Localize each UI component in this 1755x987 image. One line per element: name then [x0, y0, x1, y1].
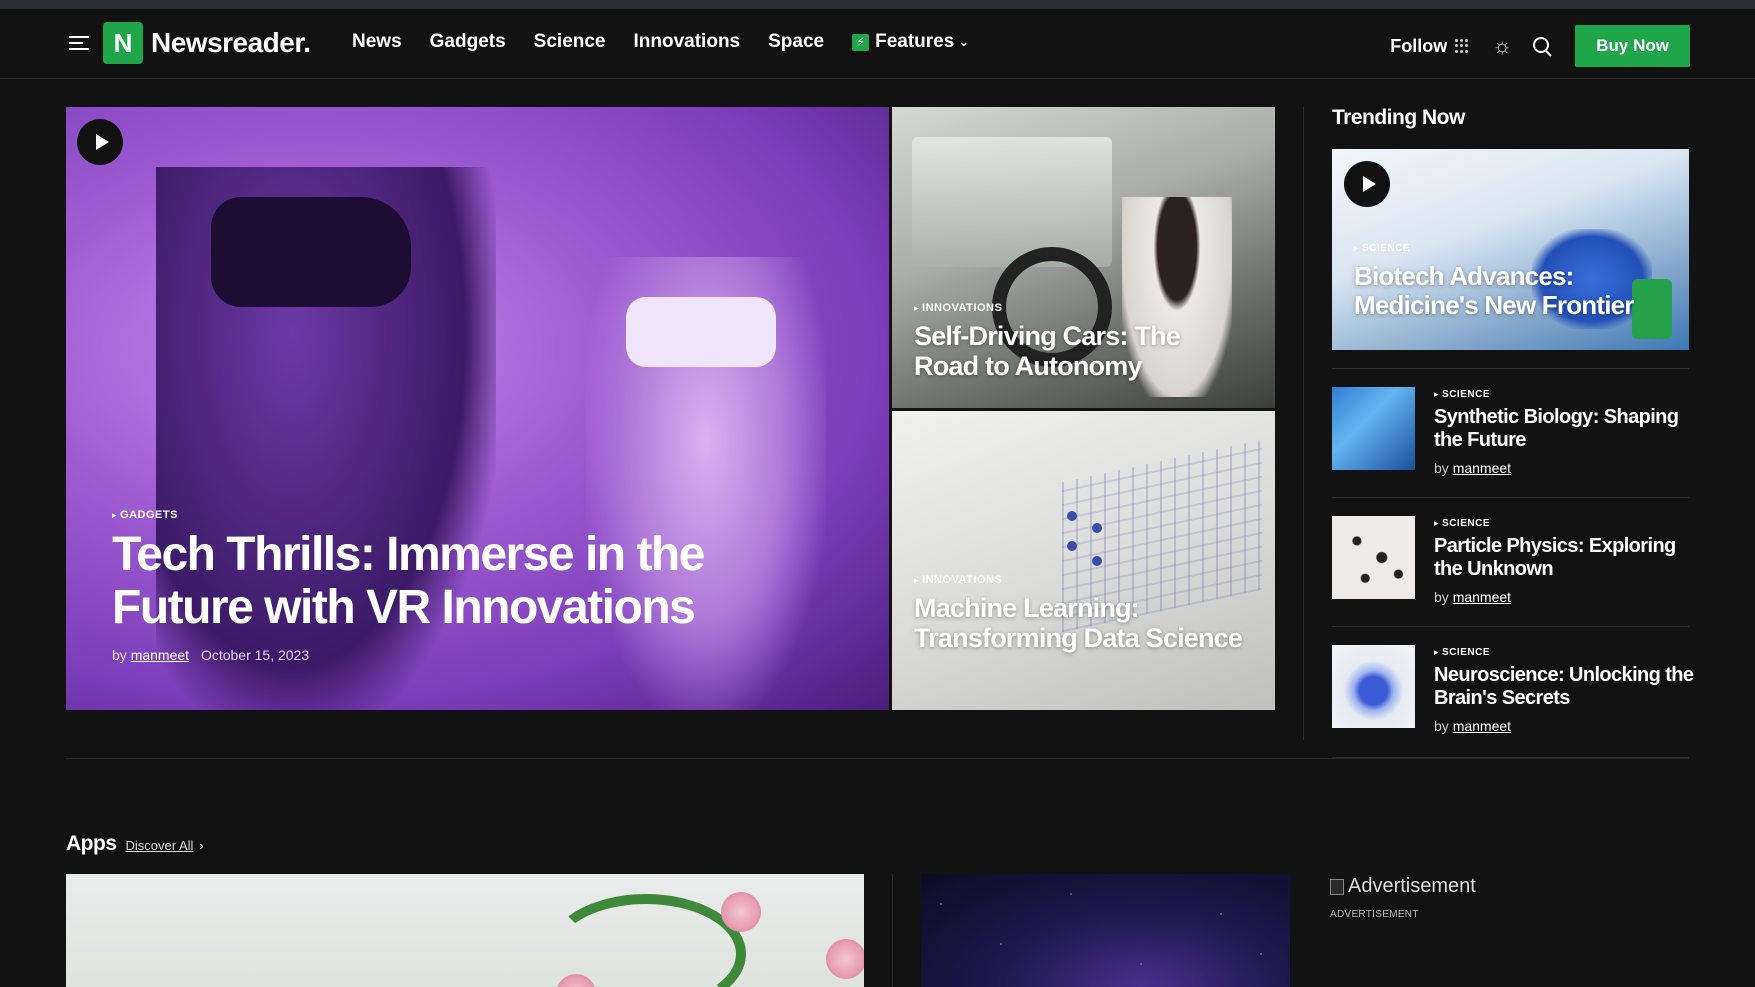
trending-item[interactable]: SCIENCE Synthetic Biology: Shaping the F…: [1332, 368, 1689, 498]
side-article-card-1[interactable]: INNOVATIONS Self-Driving Cars: The Road …: [892, 107, 1275, 408]
trending-thumbnail: [1332, 516, 1415, 599]
starfield-image: [921, 874, 1290, 987]
trending-item[interactable]: SCIENCE Particle Physics: Exploring the …: [1332, 497, 1689, 627]
hero-text: GADGETS Tech Thrills: Immerse in the Fut…: [112, 509, 812, 663]
node-dot: [1092, 523, 1102, 533]
browser-top-strip: [0, 0, 1755, 9]
trending-item-info: SCIENCE Neuroscience: Unlocking the Brai…: [1434, 647, 1694, 734]
hero-meta: by manmeet October 15, 2023: [112, 647, 812, 663]
trending-item-title[interactable]: Neuroscience: Unlocking the Brain's Secr…: [1434, 664, 1694, 710]
buy-now-button[interactable]: Buy Now: [1575, 25, 1690, 67]
apps-article-card-1[interactable]: [66, 874, 864, 987]
chevron-right-icon[interactable]: ›: [199, 838, 203, 853]
broken-image-icon: [1330, 878, 1344, 895]
flower-image: [826, 939, 864, 979]
trending-heading: Trending Now: [1332, 106, 1465, 129]
nav-space[interactable]: Space: [768, 31, 824, 53]
side-card-2-title[interactable]: Machine Learning: Transforming Data Scie…: [914, 593, 1244, 653]
logo-text: Newsreader.: [151, 27, 311, 58]
trending-item-category[interactable]: SCIENCE: [1434, 389, 1694, 400]
hero-image-vr-headset-2: [626, 297, 776, 367]
advertisement-label: ADVERTISEMENT: [1330, 909, 1419, 920]
lightning-icon: ⚡: [852, 33, 870, 51]
side-article-card-2[interactable]: INNOVATIONS Machine Learning: Transformi…: [892, 411, 1275, 710]
trending-thumbnail: [1332, 387, 1415, 470]
trending-item-by: by: [1434, 718, 1449, 734]
advertisement-image[interactable]: Advertisement: [1330, 875, 1476, 898]
hero-image-vr-headset: [211, 197, 411, 307]
flower-image: [721, 892, 761, 932]
hero-date: October 15, 2023: [200, 646, 310, 663]
advertisement-alt: Advertisement: [1348, 875, 1476, 897]
trending-main-card[interactable]: SCIENCE Biotech Advances: Medicine's New…: [1332, 149, 1689, 350]
follow-label: Follow: [1390, 35, 1448, 56]
chevron-down-icon: ⌄: [958, 34, 970, 49]
nav-features-label: Features: [875, 31, 955, 52]
site-header: N Newsreader. News Gadgets Science Innov…: [0, 9, 1755, 79]
section-divider: [66, 758, 1689, 759]
trending-item-meta: by manmeet: [1434, 460, 1694, 476]
hero-article-card[interactable]: GADGETS Tech Thrills: Immerse in the Fut…: [66, 107, 889, 710]
logo-mark-icon: N: [103, 22, 143, 64]
node-dot: [1067, 541, 1077, 551]
discover-all-link[interactable]: Discover All: [126, 838, 194, 853]
trending-main-title[interactable]: Biotech Advances: Medicine's New Frontie…: [1354, 262, 1674, 319]
trending-item-info: SCIENCE Particle Physics: Exploring the …: [1434, 518, 1694, 605]
trending-main-text: SCIENCE Biotech Advances: Medicine's New…: [1354, 243, 1674, 319]
trending-item-by: by: [1434, 589, 1449, 605]
nav-innovations[interactable]: Innovations: [634, 31, 741, 53]
trending-item-title[interactable]: Synthetic Biology: Shaping the Future: [1434, 406, 1694, 452]
trending-item-meta: by manmeet: [1434, 589, 1694, 605]
header-actions: Follow ☼ Buy Now: [1390, 25, 1690, 67]
trending-item-meta: by manmeet: [1434, 718, 1694, 734]
site-logo[interactable]: N Newsreader.: [103, 22, 311, 64]
search-icon[interactable]: [1531, 35, 1553, 57]
side-card-2-text: INNOVATIONS Machine Learning: Transformi…: [914, 574, 1244, 653]
side-card-1-title[interactable]: Self-Driving Cars: The Road to Autonomy: [914, 321, 1244, 381]
apps-article-card-2[interactable]: [921, 874, 1290, 987]
node-dot: [1067, 511, 1077, 521]
trending-item-title[interactable]: Particle Physics: Exploring the Unknown: [1434, 535, 1694, 581]
hero-category[interactable]: GADGETS: [112, 509, 812, 521]
car-window-image: [912, 137, 1112, 267]
trending-thumbnail: [1332, 645, 1415, 728]
theme-toggle-sun-icon[interactable]: ☼: [1491, 35, 1513, 57]
trending-item-author[interactable]: manmeet: [1453, 718, 1511, 734]
trending-item-info: SCIENCE Synthetic Biology: Shaping the F…: [1434, 389, 1694, 476]
apps-section-header: Apps Discover All ›: [66, 832, 204, 856]
apps-heading: Apps: [66, 832, 117, 855]
hero-title[interactable]: Tech Thrills: Immerse in the Future with…: [112, 528, 812, 635]
trending-item-category[interactable]: SCIENCE: [1434, 647, 1694, 658]
follow-button[interactable]: Follow: [1390, 36, 1469, 57]
play-icon[interactable]: [77, 119, 123, 165]
node-dot: [1092, 556, 1102, 566]
trending-item-author[interactable]: manmeet: [1453, 460, 1511, 476]
grid-dots-icon: [1455, 39, 1469, 53]
nav-news[interactable]: News: [352, 31, 402, 53]
trending-item[interactable]: SCIENCE Neuroscience: Unlocking the Brai…: [1332, 626, 1694, 758]
main-nav: News Gadgets Science Innovations Space ⚡…: [352, 31, 997, 53]
trending-item-category[interactable]: SCIENCE: [1434, 518, 1694, 529]
nav-science[interactable]: Science: [534, 31, 606, 53]
menu-icon[interactable]: [69, 36, 89, 50]
column-divider: [1303, 107, 1304, 740]
nav-features[interactable]: ⚡ Features ⌄: [852, 31, 969, 53]
side-card-1-category[interactable]: INNOVATIONS: [914, 302, 1244, 314]
column-divider: [892, 874, 893, 987]
side-card-1-text: INNOVATIONS Self-Driving Cars: The Road …: [914, 302, 1244, 381]
hero-by: by: [112, 646, 127, 663]
side-card-2-category[interactable]: INNOVATIONS: [914, 574, 1244, 586]
play-icon[interactable]: [1344, 161, 1390, 207]
nav-gadgets[interactable]: Gadgets: [430, 31, 506, 53]
hero-author[interactable]: manmeet: [131, 647, 189, 663]
trending-item-by: by: [1434, 460, 1449, 476]
trending-main-category[interactable]: SCIENCE: [1354, 243, 1674, 254]
trending-item-author[interactable]: manmeet: [1453, 589, 1511, 605]
